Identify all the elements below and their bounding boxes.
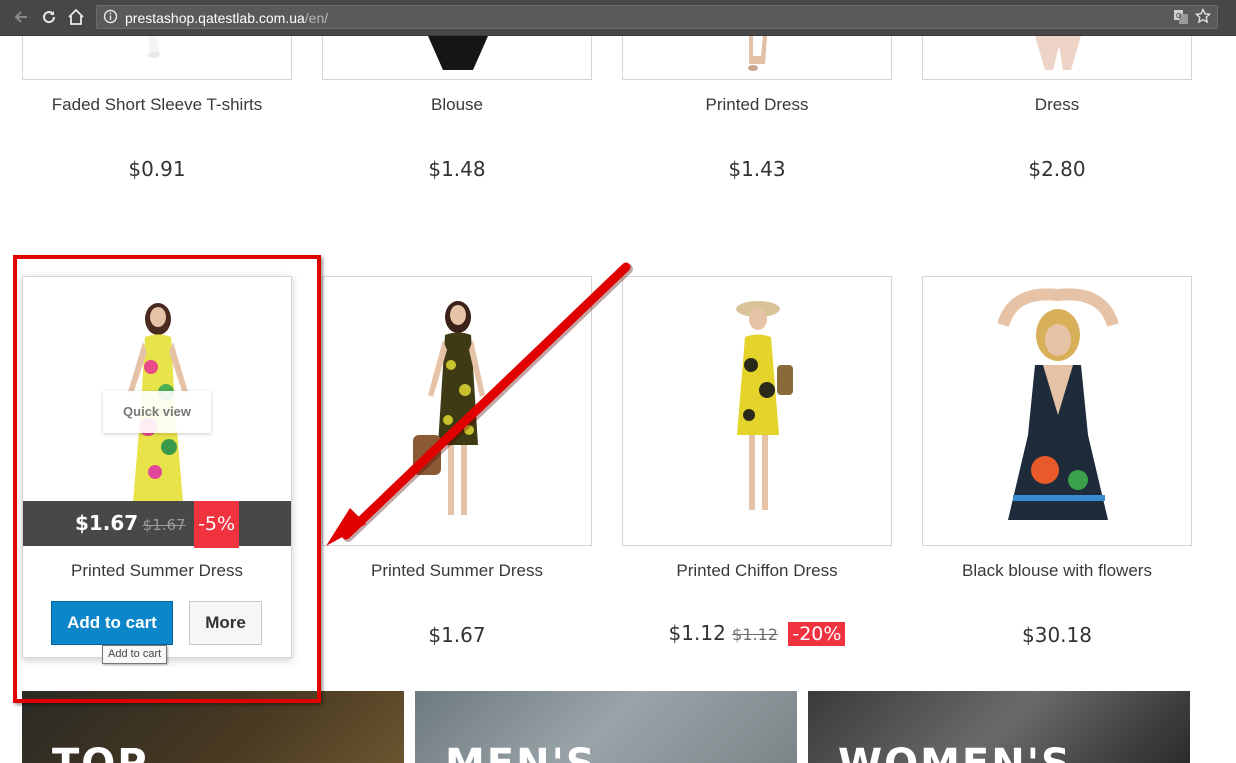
product-name[interactable]: Printed Chiffon Dress bbox=[622, 561, 892, 581]
product-name[interactable]: Printed Summer Dress bbox=[322, 561, 592, 581]
old-price: $1.12 bbox=[732, 625, 778, 644]
tooltip: Add to cart bbox=[102, 645, 168, 664]
more-button[interactable]: More bbox=[189, 601, 262, 645]
translate-icon[interactable]: G bbox=[1173, 9, 1189, 30]
price-group: $1.12 $1.12 -20% bbox=[622, 621, 892, 646]
product-name[interactable]: Blouse bbox=[322, 95, 592, 115]
old-price: $1.67 bbox=[142, 516, 186, 534]
product-image-frame[interactable] bbox=[322, 276, 592, 546]
info-icon[interactable] bbox=[103, 9, 118, 29]
reload-icon[interactable] bbox=[38, 6, 60, 28]
banner-womens[interactable]: WOMEN'S bbox=[808, 691, 1190, 763]
discount-badge: -5% bbox=[194, 501, 240, 548]
product-image[interactable] bbox=[403, 295, 513, 525]
price-overlay: $1.67 $1.67 -5% bbox=[23, 501, 291, 548]
product-image-frame[interactable] bbox=[622, 36, 892, 80]
svg-text:G: G bbox=[1176, 13, 1181, 20]
product-image[interactable] bbox=[713, 295, 803, 525]
product-name[interactable]: Faded Short Sleeve T-shirts bbox=[22, 95, 292, 115]
product-image-frame[interactable] bbox=[922, 276, 1192, 546]
discount-badge: -20% bbox=[788, 622, 846, 646]
product-name[interactable]: Dress bbox=[922, 95, 1192, 115]
product-image-frame[interactable] bbox=[22, 36, 292, 80]
product-price: $1.67 bbox=[428, 623, 486, 647]
product-image-frame[interactable] bbox=[922, 36, 1192, 80]
product-name[interactable]: Black blouse with flowers bbox=[922, 561, 1192, 581]
product-image-frame[interactable] bbox=[622, 276, 892, 546]
banner-title: WOMEN'S bbox=[838, 741, 1072, 763]
product-price: $1.12 bbox=[668, 621, 726, 645]
product-price: $1.43 bbox=[728, 157, 786, 181]
product-card-hovered[interactable]: Quick view $1.67 $1.67 -5% Printed Summe… bbox=[22, 276, 292, 658]
back-icon[interactable] bbox=[10, 6, 32, 28]
product-name[interactable]: Printed Summer Dress bbox=[23, 561, 291, 581]
product-price: $1.48 bbox=[428, 157, 486, 181]
home-icon[interactable] bbox=[65, 6, 87, 28]
product-price: $0.91 bbox=[128, 157, 186, 181]
banner-top[interactable]: TOP bbox=[22, 691, 404, 763]
product-name[interactable]: Printed Dress bbox=[622, 95, 892, 115]
product-price: $1.67 bbox=[74, 511, 139, 535]
banner-title: TOP bbox=[52, 741, 149, 763]
product-price: $2.80 bbox=[1028, 157, 1086, 181]
product-image-frame[interactable] bbox=[322, 36, 592, 80]
add-to-cart-button[interactable]: Add to cart bbox=[51, 601, 173, 645]
bookmark-star-icon[interactable] bbox=[1194, 7, 1212, 29]
banner-title: MEN'S bbox=[445, 741, 597, 763]
product-price: $30.18 bbox=[1022, 623, 1092, 647]
url-text: prestashop.qatestlab.com.ua/en/ bbox=[125, 10, 329, 26]
quick-view-button[interactable]: Quick view bbox=[103, 391, 211, 433]
address-bar[interactable]: prestashop.qatestlab.com.ua/en/ G bbox=[96, 5, 1218, 29]
browser-toolbar: prestashop.qatestlab.com.ua/en/ G bbox=[0, 0, 1236, 36]
banner-mens[interactable]: MEN'S bbox=[415, 691, 797, 763]
product-image[interactable] bbox=[983, 285, 1133, 540]
